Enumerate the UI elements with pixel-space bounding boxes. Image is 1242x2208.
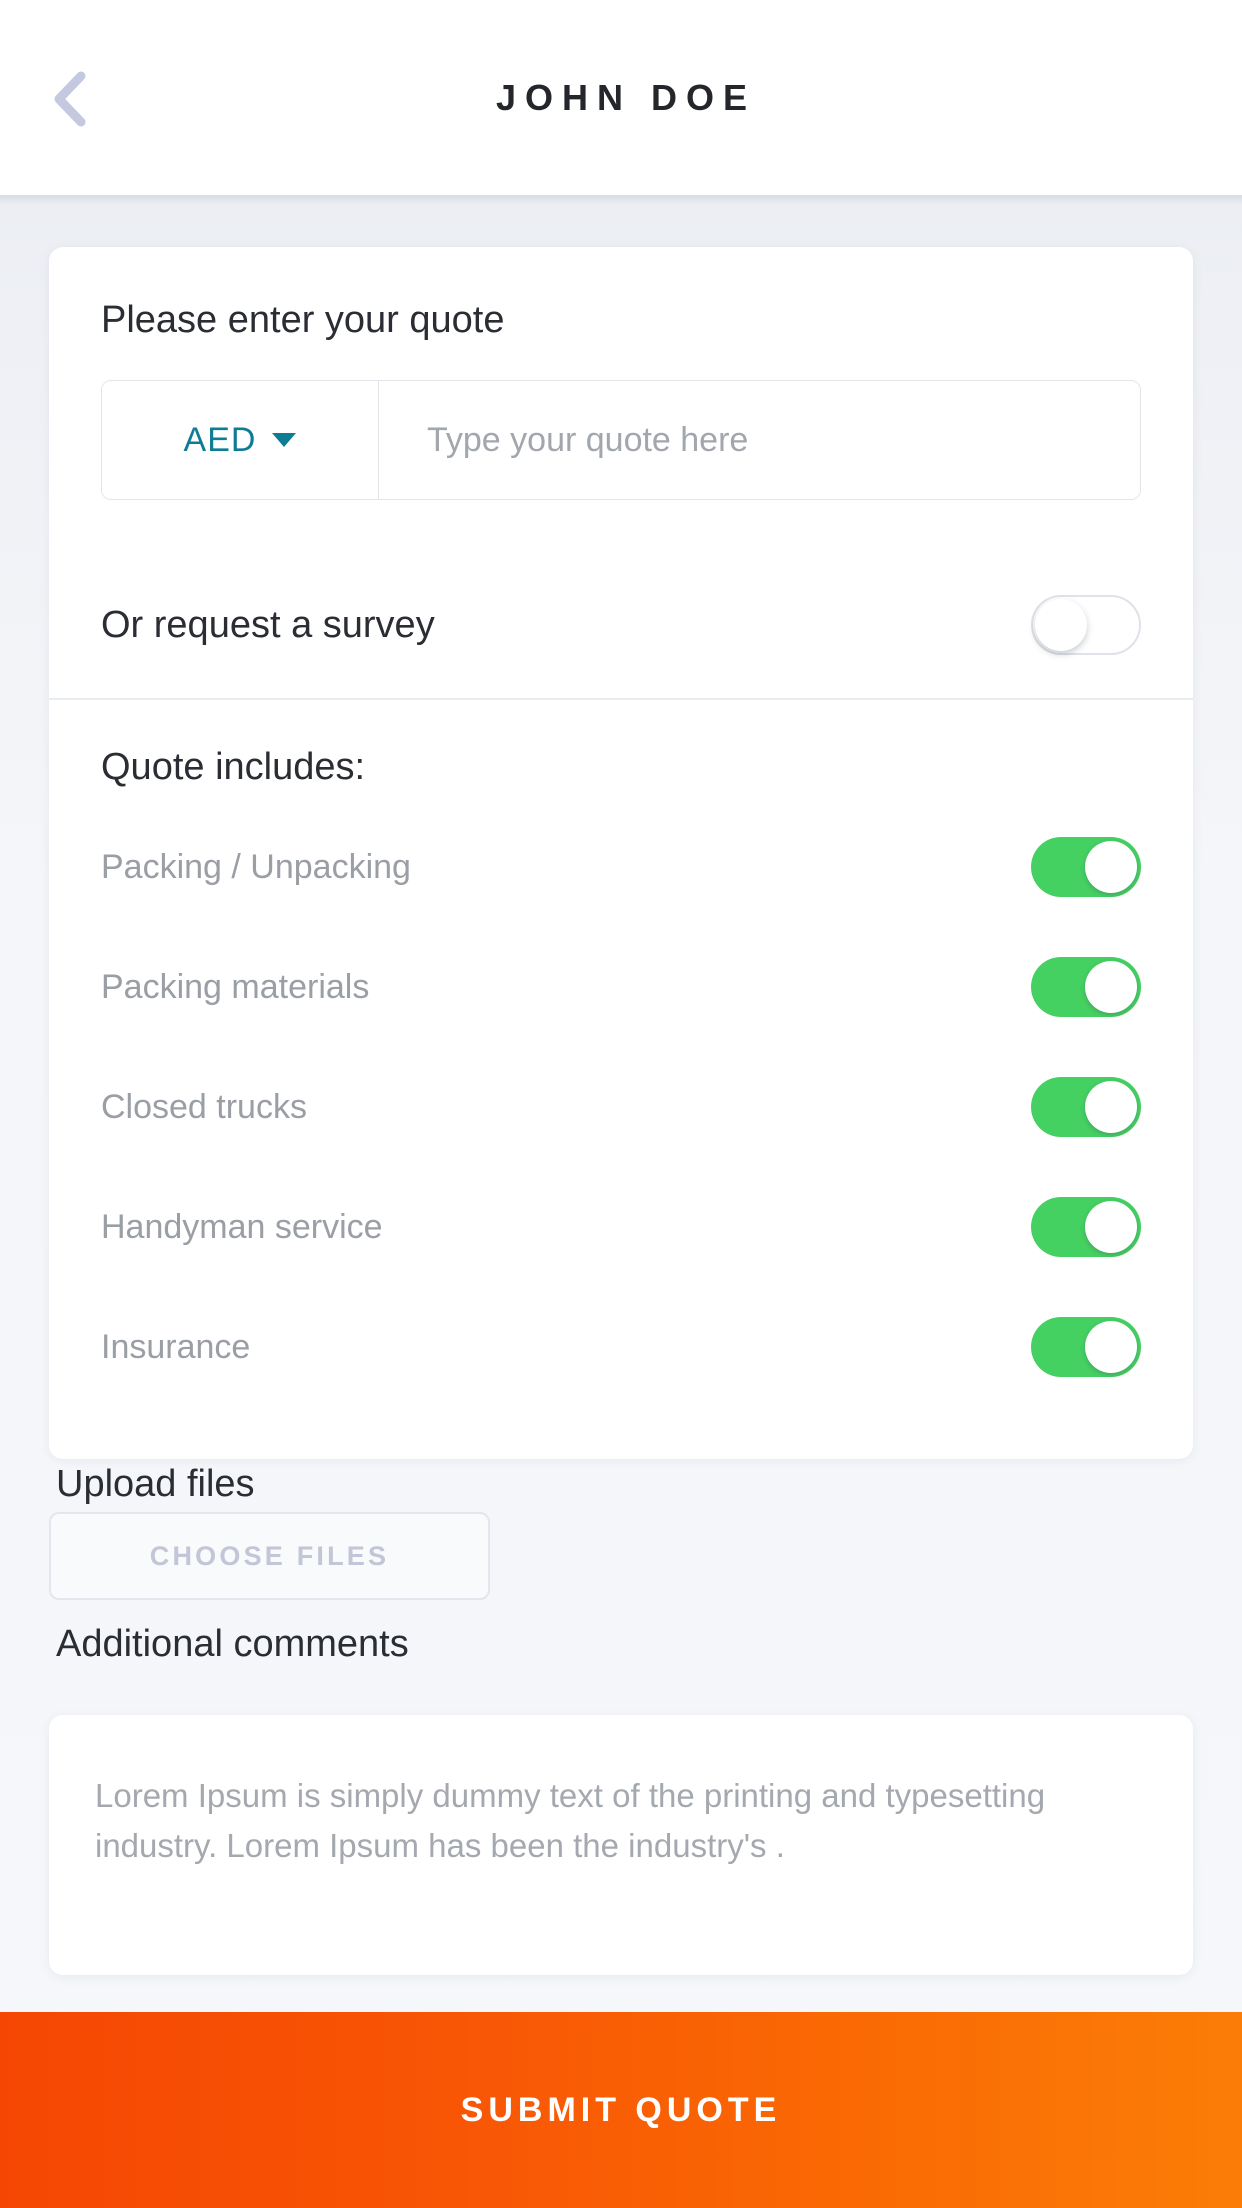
include-toggle-handyman-service[interactable] xyxy=(1031,1197,1141,1257)
header-shadow xyxy=(0,195,1242,205)
include-label: Closed trucks xyxy=(101,1087,307,1126)
toggle-knob xyxy=(1085,1321,1137,1373)
include-label: Handyman service xyxy=(101,1207,383,1246)
toggle-knob xyxy=(1035,599,1087,651)
request-survey-label: Or request a survey xyxy=(101,603,435,646)
request-survey-toggle[interactable] xyxy=(1031,595,1141,655)
back-button[interactable] xyxy=(38,68,100,130)
submit-quote-label: SUBMIT QUOTE xyxy=(460,2090,782,2129)
quote-amount-input[interactable] xyxy=(379,381,1140,499)
submit-quote-button[interactable]: SUBMIT QUOTE xyxy=(0,2012,1242,2208)
caret-down-icon xyxy=(272,433,297,447)
list-item: Insurance xyxy=(101,1287,1141,1407)
additional-comments-card xyxy=(49,1715,1193,1975)
quote-card-title: Please enter your quote xyxy=(101,299,505,341)
currency-code-label: AED xyxy=(183,420,257,459)
toggle-knob xyxy=(1085,961,1137,1013)
quote-includes-list: Packing / Unpacking Packing materials Cl… xyxy=(101,789,1141,1459)
app-screen: JOHN DOE Please enter your quote AED Or … xyxy=(0,0,1242,2208)
currency-select[interactable]: AED xyxy=(102,381,379,499)
choose-files-button[interactable]: CHOOSE FILES xyxy=(49,1512,490,1600)
list-item: Packing / Unpacking xyxy=(101,807,1141,927)
include-label: Insurance xyxy=(101,1327,251,1366)
list-item: Handyman service xyxy=(101,1167,1141,1287)
upload-files-title: Upload files xyxy=(56,1463,255,1505)
app-header: JOHN DOE xyxy=(0,0,1242,195)
quote-includes-section: Quote includes: Packing / Unpacking Pack… xyxy=(49,700,1193,1459)
include-toggle-packing-unpacking[interactable] xyxy=(1031,837,1141,897)
chevron-left-icon xyxy=(54,71,86,127)
include-label: Packing materials xyxy=(101,967,370,1006)
quote-entry-section: Please enter your quote AED Or request a… xyxy=(49,247,1193,698)
additional-comments-input[interactable] xyxy=(95,1771,1147,1921)
list-item: Packing materials xyxy=(101,927,1141,1047)
include-toggle-packing-materials[interactable] xyxy=(1031,957,1141,1017)
toggle-knob xyxy=(1085,1081,1137,1133)
quote-includes-title: Quote includes: xyxy=(101,746,366,788)
quote-input-row: AED xyxy=(101,380,1141,500)
toggle-knob xyxy=(1085,841,1137,893)
page-title: JOHN DOE xyxy=(495,76,757,118)
include-toggle-closed-trucks[interactable] xyxy=(1031,1077,1141,1137)
quote-card: Please enter your quote AED Or request a… xyxy=(49,247,1193,1459)
list-item: Closed trucks xyxy=(101,1047,1141,1167)
toggle-knob xyxy=(1085,1201,1137,1253)
include-label: Packing / Unpacking xyxy=(101,847,411,886)
additional-comments-title: Additional comments xyxy=(56,1623,409,1665)
request-survey-row: Or request a survey xyxy=(101,552,1141,698)
include-toggle-insurance[interactable] xyxy=(1031,1317,1141,1377)
scroll-content: Please enter your quote AED Or request a… xyxy=(0,195,1242,2208)
